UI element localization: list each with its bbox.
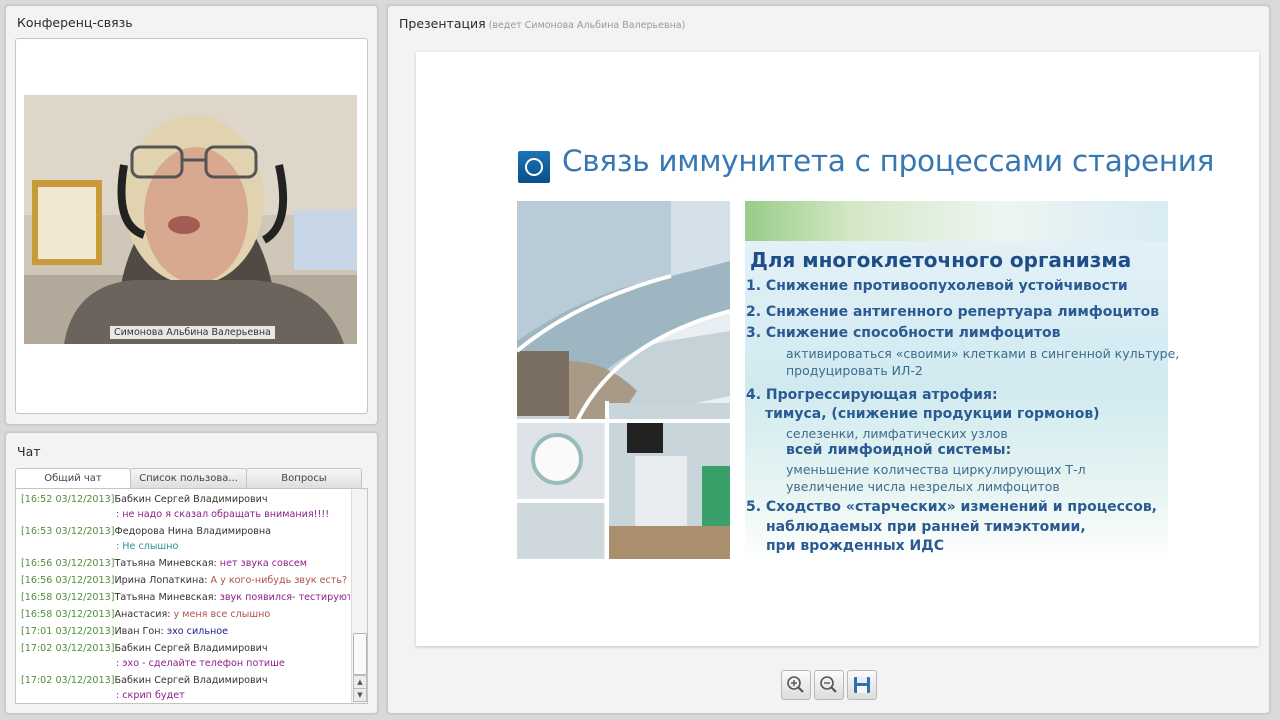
chat-title: Чат: [17, 444, 41, 459]
slide-item: при врожденных ИДС: [766, 538, 944, 554]
conference-panel: Конференц-связь Симонова Альбина Валерье…: [5, 5, 378, 425]
slide-item: селезенки, лимфатических узлов: [786, 426, 1008, 441]
slide-item: продуцировать ИЛ-2: [786, 363, 923, 378]
slide-item: 2. Снижение антигенного репертуара лимфо…: [746, 304, 1160, 320]
chat-panel: Чат Общий чат Список пользова... Вопросы…: [5, 432, 378, 714]
slide-subtitle: Для многоклеточного организма: [750, 248, 1132, 272]
chat-timestamp: [16:52 03/12/2013]: [21, 494, 115, 505]
video-stream: Симонова Альбина Валерьевна: [24, 95, 357, 344]
chat-author: Анастасия:: [114, 609, 171, 620]
slide-heading: Связь иммунитета с процессами старения: [562, 144, 1215, 178]
scroll-down-icon[interactable]: ▼: [353, 688, 367, 702]
chat-timestamp: [17:02 03/12/2013]: [21, 675, 115, 686]
slide-banner: [745, 201, 1168, 241]
zoom-in-button[interactable]: [781, 670, 811, 700]
chat-timestamp: [17:01 03/12/2013]: [21, 626, 115, 637]
chat-author: Татьяна Миневская:: [114, 558, 217, 569]
chat-message: [16:58 03/12/2013]Анастасия: у меня все …: [16, 607, 350, 622]
chat-timestamp: [16:56 03/12/2013]: [21, 558, 115, 569]
presentation-panel: Презентация (ведет Симонова Альбина Валер…: [387, 5, 1270, 714]
slide-item: уменьшение количества циркулирующих Т-л: [786, 462, 1086, 477]
video-container: Симонова Альбина Валерьевна: [15, 38, 368, 414]
chat-text: : скрип будет: [116, 690, 185, 701]
zoom-out-button[interactable]: [814, 670, 844, 700]
institute-logo: [518, 151, 550, 183]
chat-message: [16:58 03/12/2013]Татьяна Миневская: зву…: [16, 590, 350, 605]
chat-text: нет звука совсем: [219, 558, 307, 569]
chat-message: [17:01 03/12/2013]Иван Гон: эхо сильное: [16, 624, 350, 639]
chat-author: Федорова Нина Владимировна: [114, 526, 272, 537]
slide-item: 5. Сходство «старческих» изменений и про…: [746, 499, 1157, 515]
chat-message: [16:53 03/12/2013]Федорова Нина Владимир…: [16, 524, 350, 554]
chat-text: у меня все слышно: [173, 609, 271, 620]
chat-message: [17:02 03/12/2013]Бабкин Сергей Владимир…: [16, 673, 350, 703]
scroll-up-icon[interactable]: ▲: [353, 675, 367, 689]
slide-photo-collage: [515, 201, 731, 559]
chat-timestamp: [16:58 03/12/2013]: [21, 609, 115, 620]
chat-author: Бабкин Сергей Владимирович: [114, 494, 268, 505]
chat-timestamp: [17:02 03/12/2013]: [21, 643, 115, 654]
zoom-in-icon: [787, 676, 804, 693]
conference-title: Конференц-связь: [17, 15, 133, 30]
chat-text: эхо сильное: [166, 626, 229, 637]
chat-author: Бабкин Сергей Владимирович: [114, 675, 268, 686]
presentation-title: Презентация: [399, 16, 486, 31]
slide-item: 1. Снижение противоопухолевой устойчивос…: [746, 278, 1128, 294]
tab-general-chat[interactable]: Общий чат: [15, 468, 131, 489]
chat-message: [16:52 03/12/2013]Бабкин Сергей Владимир…: [16, 492, 350, 522]
presentation-header: Презентация (ведет Симонова Альбина Валер…: [399, 16, 685, 31]
tab-questions[interactable]: Вопросы: [246, 468, 362, 488]
chat-text: звук появился- тестируют: [219, 592, 350, 603]
slide-item: активироваться «своими» клетками в синге…: [786, 346, 1180, 361]
chat-author: Татьяна Миневская:: [114, 592, 217, 603]
chat-scrollbar[interactable]: ▲ ▼: [351, 489, 367, 703]
save-icon: [854, 677, 870, 693]
slide-item: 3. Снижение способности лимфоцитов: [746, 325, 1061, 341]
chat-message: [16:56 03/12/2013]Татьяна Миневская: нет…: [16, 556, 350, 571]
chat-author: Иван Гон:: [114, 626, 164, 637]
chat-text: : эхо - сделайте телефон потише: [116, 658, 285, 669]
chat-author: Бабкин Сергей Владимирович: [114, 643, 268, 654]
presentation-presenter: (ведет Симонова Альбина Валерьевна): [488, 20, 686, 31]
chat-text: : Не слышно: [116, 541, 179, 552]
video-caption: Симонова Альбина Валерьевна: [110, 326, 275, 339]
zoom-out-icon: [820, 676, 837, 693]
chat-text: : не надо я сказал обращать внимания!!!!: [116, 509, 330, 520]
slide-item: тимуса, (снижение продукции гормонов): [765, 406, 1100, 422]
slide-item: всей лимфоидной системы:: [786, 442, 1012, 458]
chat-log-area: [16:52 03/12/2013]Бабкин Сергей Владимир…: [15, 488, 368, 704]
chat-message: [16:56 03/12/2013]Ирина Лопаткина: А у к…: [16, 573, 350, 588]
chat-log: [16:52 03/12/2013]Бабкин Сергей Владимир…: [16, 489, 350, 703]
chat-timestamp: [16:58 03/12/2013]: [21, 592, 115, 603]
slide-item: 4. Прогрессирующая атрофия:: [746, 387, 998, 403]
slide-item: наблюдаемых при ранней тимэктомии,: [766, 519, 1086, 535]
chat-timestamp: [16:53 03/12/2013]: [21, 526, 115, 537]
chat-timestamp: [16:56 03/12/2013]: [21, 575, 115, 586]
scrollbar-thumb[interactable]: [353, 633, 367, 675]
chat-author: Ирина Лопаткина:: [114, 575, 208, 586]
slide: Связь иммунитета с процессами старения Д…: [416, 52, 1259, 646]
save-button[interactable]: [847, 670, 877, 700]
chat-message: [17:02 03/12/2013]Бабкин Сергей Владимир…: [16, 641, 350, 671]
chat-text: А у кого-нибудь звук есть?: [210, 575, 348, 586]
tab-user-list[interactable]: Список пользова...: [130, 468, 247, 488]
slide-item: увеличение числа незрелых лимфоцитов: [786, 479, 1060, 494]
